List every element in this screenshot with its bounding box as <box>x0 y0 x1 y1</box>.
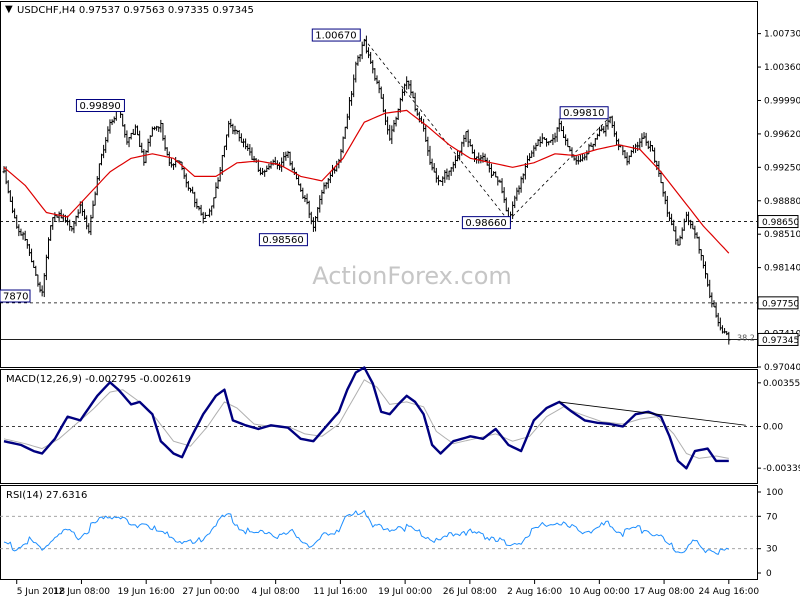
price-tick-label: 1.00730 <box>764 30 800 40</box>
price-tick-label: 0.98510 <box>764 230 800 240</box>
price-annotation: 0.99810 <box>559 106 609 120</box>
level-axis-label: 0.98650 <box>757 215 799 229</box>
level-axis-label: 0.97750 <box>757 296 799 310</box>
chart-canvas: ActionForex.com 1.00670 0.99890 0.98560 0.9… <box>0 0 800 600</box>
price-annotation: 0.98660 <box>461 216 511 230</box>
price-annotation: 0.98560 <box>258 233 308 247</box>
price-annotation: 7870 <box>0 289 31 303</box>
price-annotation-text: 7870 <box>3 292 28 303</box>
price-tick-label: 0.98140 <box>764 264 800 274</box>
level-axis-label-text: 0.97750 <box>762 299 799 309</box>
price-tick-label: 0.99250 <box>764 163 800 173</box>
time-tick-label: 26 Jul 08:00 <box>443 587 497 597</box>
price-annotation-text: 0.99810 <box>563 108 604 119</box>
price-annotation: 0.99890 <box>75 99 125 113</box>
price-annotation-text: 0.98660 <box>465 218 506 229</box>
watermark: ActionForex.com <box>312 262 512 290</box>
rsi-tick-label: 30 <box>766 545 778 555</box>
level-axis-label: 0.97345 <box>757 332 799 346</box>
rsi-title: RSI(14) 27.6316 <box>6 490 87 501</box>
time-tick-label: 4 Jul 08:00 <box>252 587 301 597</box>
time-tick-label: 19 Jul 00:00 <box>378 587 432 597</box>
macd-title: MACD(12,26,9) -0.002795 -0.002619 <box>6 374 191 385</box>
price-tick-label: 0.99620 <box>764 130 800 140</box>
time-tick-label: 2 Aug 16:00 <box>507 587 562 597</box>
rsi-tick-label: 0 <box>766 569 772 579</box>
time-tick-label: 11 Jul 16:00 <box>313 587 367 597</box>
dropdown-arrow-icon[interactable]: ▼ <box>5 4 13 15</box>
macd-tick-label: 0.003556 <box>763 379 800 389</box>
time-tick-label: 17 Aug 08:00 <box>634 587 695 597</box>
price-annotation-text: 0.99890 <box>79 101 120 112</box>
time-tick-label: 19 Jun 16:00 <box>118 587 175 597</box>
fib-label: 38.2 <box>737 334 755 343</box>
time-tick-label: 24 Aug 16:00 <box>698 587 759 597</box>
macd-tick-label: -0.003391 <box>763 464 800 474</box>
chart-header: USDCHF,H4 0.97537 0.97563 0.97335 0.9734… <box>17 5 254 16</box>
price-annotation-text: 0.98560 <box>262 235 303 246</box>
price-tick-label: 0.98880 <box>764 197 800 207</box>
time-tick-label: 27 Jun 00:00 <box>182 587 239 597</box>
price-tick-label: 0.99990 <box>764 96 800 106</box>
time-tick-label: 10 Aug 00:00 <box>569 587 630 597</box>
chart-background <box>0 0 800 600</box>
rsi-tick-label: 70 <box>766 512 778 522</box>
rsi-tick-label: 100 <box>766 488 783 498</box>
macd-tick-label: 0.00 <box>763 423 783 433</box>
level-axis-label-text: 0.97345 <box>762 336 799 346</box>
level-axis-label-text: 0.98650 <box>762 218 799 228</box>
price-tick-label: 1.00360 <box>764 63 800 73</box>
price-annotation: 1.00670 <box>311 28 361 42</box>
price-annotation-text: 1.00670 <box>315 31 356 42</box>
price-tick-label: 0.97040 <box>764 363 800 373</box>
time-tick-label: 12 Jun 08:00 <box>53 587 110 597</box>
